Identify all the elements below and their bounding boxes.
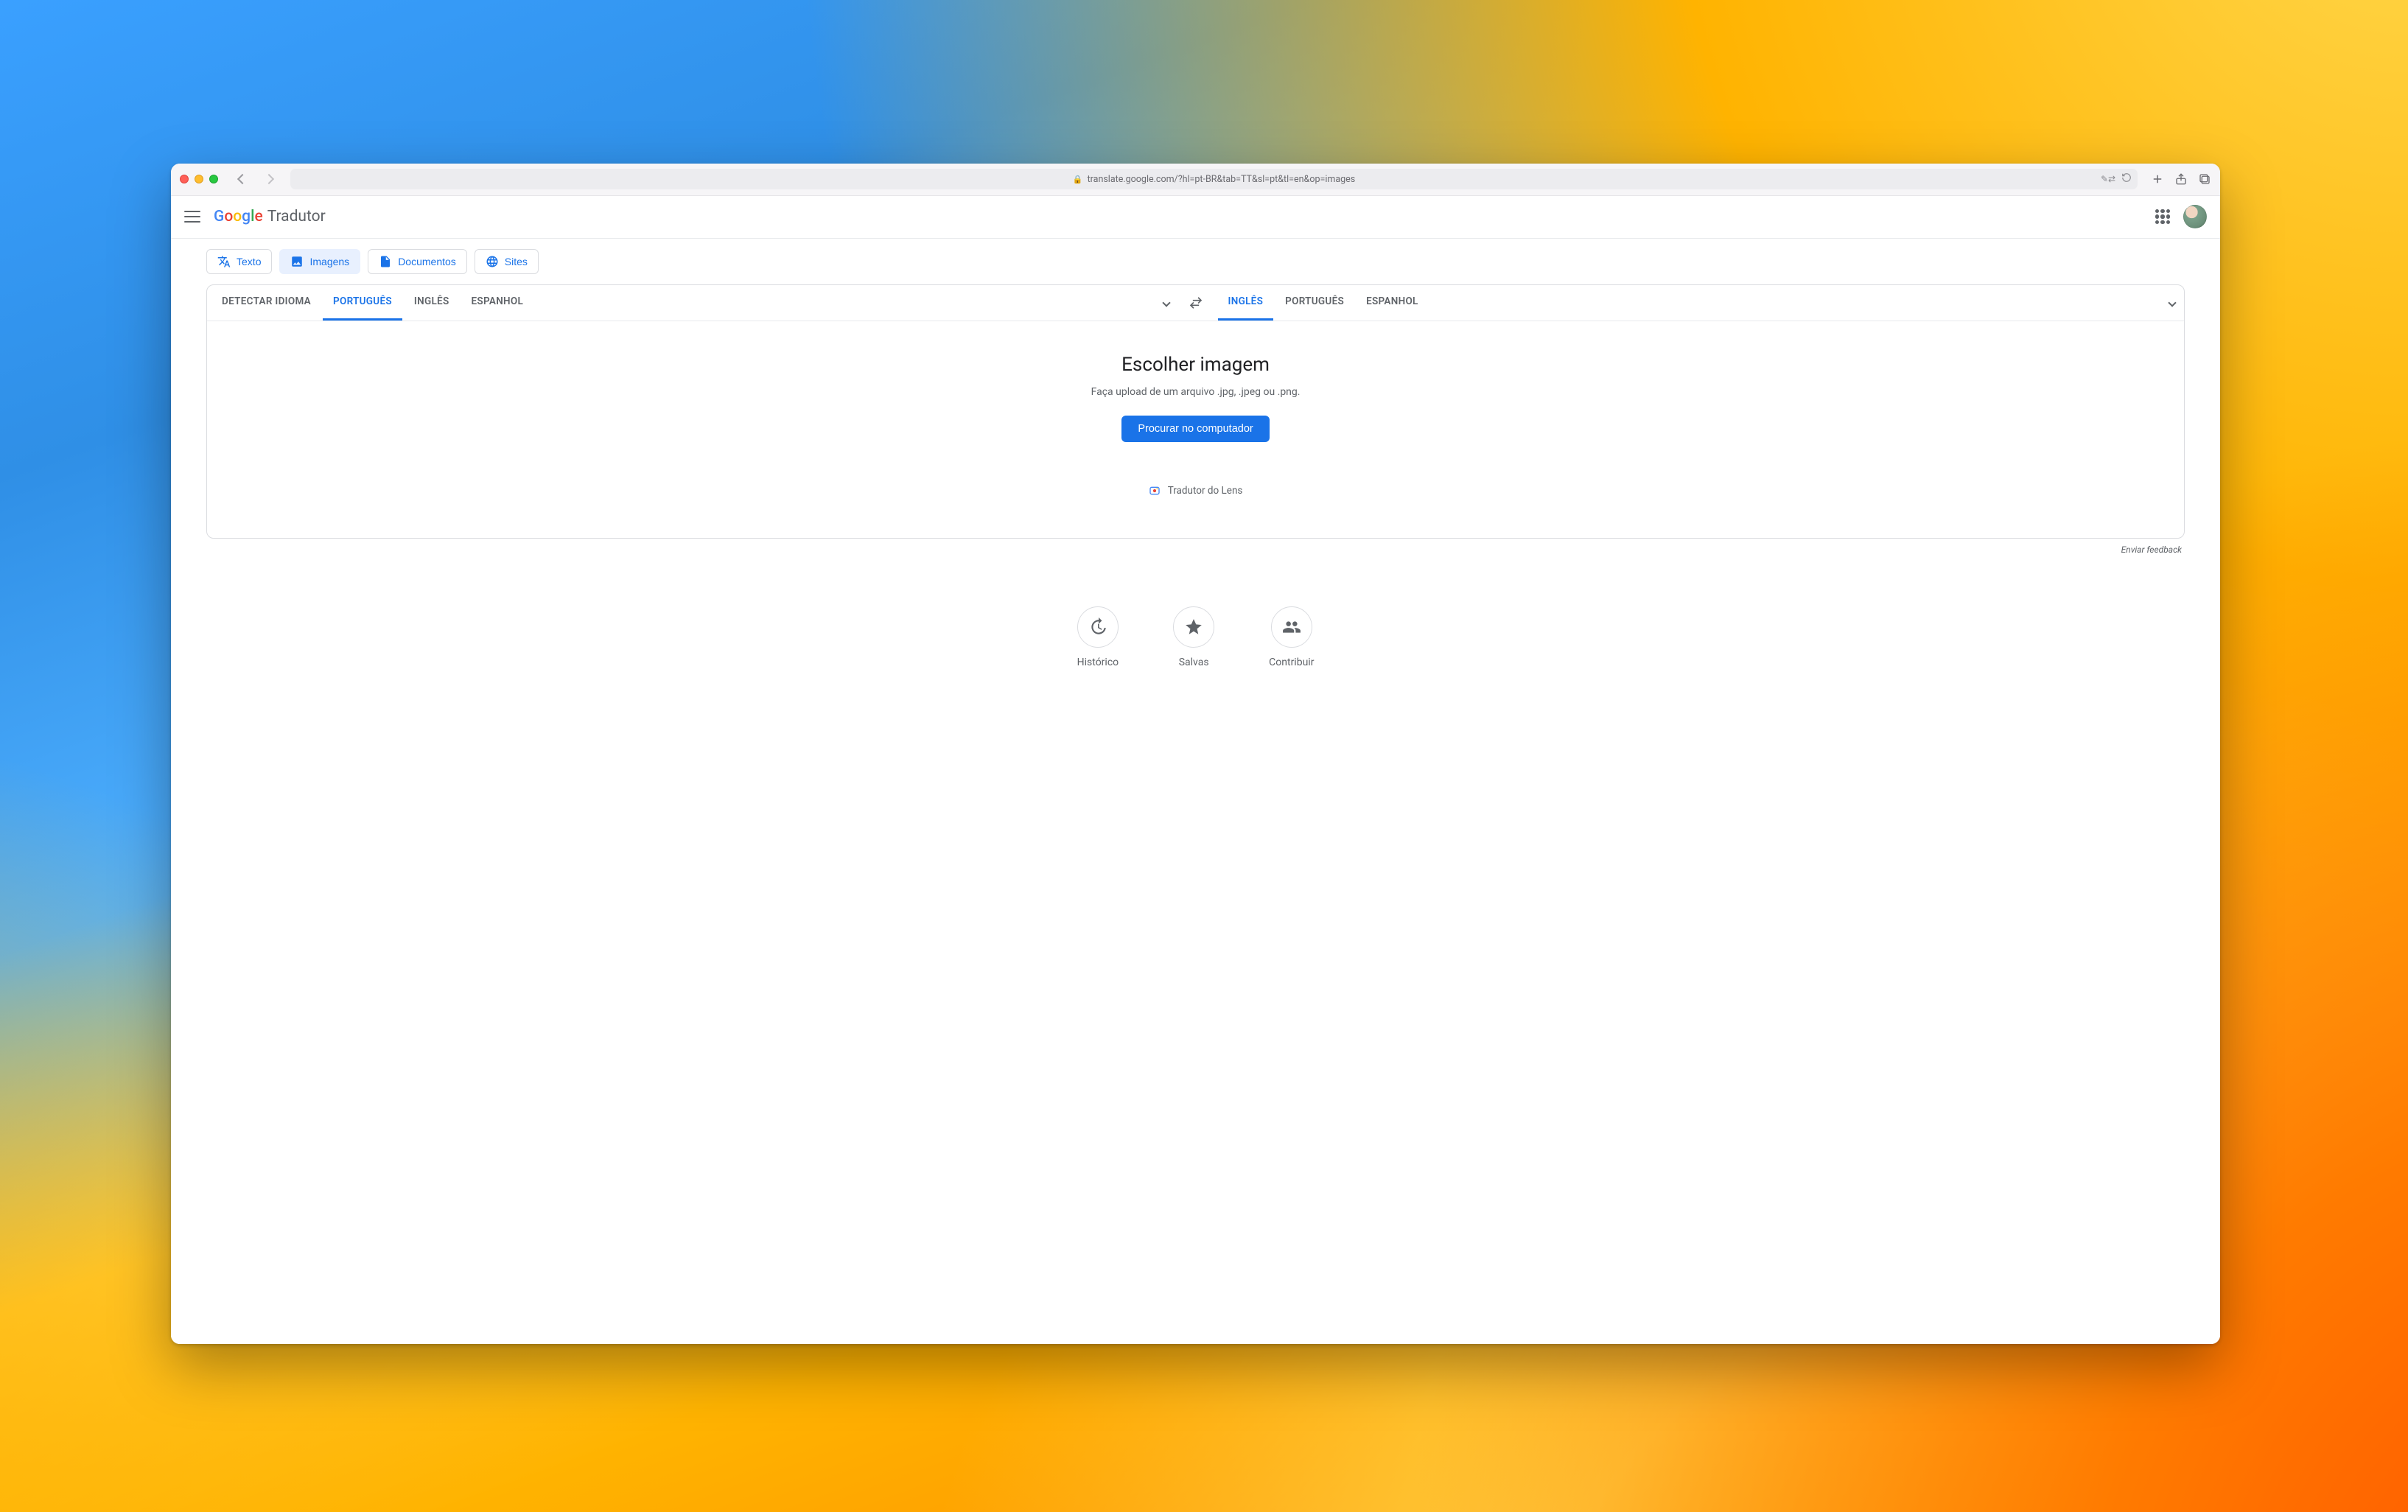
target-lang-side: INGLÊS PORTUGUÊS ESPANHOL bbox=[1214, 285, 2185, 321]
source-lang-detect[interactable]: DETECTAR IDIOMA bbox=[211, 285, 321, 321]
mode-sites[interactable]: Sites bbox=[475, 249, 539, 274]
target-lang-more[interactable] bbox=[2160, 300, 2184, 306]
chooser-title: Escolher imagem bbox=[1121, 354, 1270, 376]
contribute-label: Contribuir bbox=[1269, 657, 1314, 668]
mode-text[interactable]: Texto bbox=[206, 249, 272, 274]
translate-card: DETECTAR IDIOMA PORTUGUÊS INGLÊS ESPANHO… bbox=[206, 284, 2185, 539]
minimize-window-button[interactable] bbox=[195, 175, 203, 183]
globe-icon bbox=[486, 255, 499, 268]
mode-documents[interactable]: Documentos bbox=[368, 249, 467, 274]
source-lang-more[interactable] bbox=[1155, 300, 1178, 306]
account-avatar[interactable] bbox=[2183, 205, 2207, 228]
google-logo: Google bbox=[214, 208, 263, 225]
safari-window: 🔒 translate.google.com/?hl=pt-BR&tab=TT&… bbox=[171, 164, 2220, 1345]
history-icon bbox=[1088, 617, 1107, 637]
window-controls bbox=[180, 175, 218, 183]
language-row: DETECTAR IDIOMA PORTUGUÊS INGLÊS ESPANHO… bbox=[207, 285, 2184, 321]
mode-sites-label: Sites bbox=[505, 256, 528, 267]
mode-text-label: Texto bbox=[237, 256, 261, 267]
source-lang-2[interactable]: INGLÊS bbox=[404, 285, 460, 321]
swap-icon bbox=[1189, 295, 1203, 310]
google-apps-button[interactable] bbox=[2155, 209, 2170, 224]
swap-languages-button[interactable] bbox=[1178, 285, 1214, 321]
chevron-right-icon bbox=[264, 174, 274, 184]
translate-text-icon bbox=[217, 255, 231, 268]
tabs-overview-icon[interactable] bbox=[2198, 172, 2211, 186]
menu-button[interactable] bbox=[184, 211, 200, 223]
target-lang-1[interactable]: INGLÊS bbox=[1218, 285, 1274, 321]
content-area: Texto Imagens Documentos Sites bbox=[171, 239, 2220, 1345]
close-window-button[interactable] bbox=[180, 175, 189, 183]
addressbar-right-icons: ✎⇄ bbox=[2101, 172, 2132, 186]
history-label: Histórico bbox=[1077, 657, 1119, 668]
new-tab-button[interactable] bbox=[2151, 172, 2164, 186]
lens-label: Tradutor do Lens bbox=[1168, 485, 1243, 497]
product-name: Tradutor bbox=[267, 208, 326, 225]
forward-button[interactable] bbox=[262, 171, 276, 188]
history-button[interactable]: Histórico bbox=[1077, 606, 1119, 668]
nav-arrows bbox=[236, 171, 276, 188]
app-logo[interactable]: Google Tradutor bbox=[214, 208, 326, 225]
app-header: Google Tradutor bbox=[171, 196, 2220, 239]
source-lang-1[interactable]: PORTUGUÊS bbox=[323, 285, 402, 321]
chooser-subtitle: Faça upload de um arquivo .jpg, .jpeg ou… bbox=[1091, 386, 1301, 398]
source-lang-side: DETECTAR IDIOMA PORTUGUÊS INGLÊS ESPANHO… bbox=[207, 285, 1178, 321]
address-bar[interactable]: 🔒 translate.google.com/?hl=pt-BR&tab=TT&… bbox=[290, 169, 2138, 189]
mode-chips: Texto Imagens Documentos Sites bbox=[206, 249, 2185, 274]
contribute-button[interactable]: Contribuir bbox=[1269, 606, 1314, 668]
chevron-down-icon bbox=[2168, 298, 2176, 307]
people-icon bbox=[1282, 617, 1301, 637]
send-feedback-link[interactable]: Enviar feedback bbox=[206, 545, 2182, 555]
document-icon bbox=[379, 255, 392, 268]
maximize-window-button[interactable] bbox=[209, 175, 218, 183]
window-titlebar: 🔒 translate.google.com/?hl=pt-BR&tab=TT&… bbox=[171, 164, 2220, 196]
lens-info: Tradutor do Lens bbox=[1149, 485, 1243, 497]
saved-button[interactable]: Salvas bbox=[1173, 606, 1214, 668]
image-chooser: Escolher imagem Faça upload de um arquiv… bbox=[207, 321, 2184, 538]
source-lang-3[interactable]: ESPANHOL bbox=[461, 285, 534, 321]
bottom-actions: Histórico Salvas Contribuir bbox=[206, 606, 2185, 668]
share-icon[interactable] bbox=[2174, 172, 2188, 186]
reload-icon[interactable] bbox=[2121, 172, 2132, 186]
chevron-left-icon bbox=[237, 174, 248, 184]
image-icon bbox=[290, 255, 304, 268]
lens-icon bbox=[1149, 485, 1161, 497]
saved-label: Salvas bbox=[1179, 657, 1209, 668]
toolbar-right bbox=[2151, 172, 2211, 186]
address-url: translate.google.com/?hl=pt-BR&tab=TT&sl… bbox=[1088, 174, 1356, 185]
mode-documents-label: Documentos bbox=[398, 256, 456, 267]
back-button[interactable] bbox=[236, 171, 249, 188]
target-lang-2[interactable]: PORTUGUÊS bbox=[1275, 285, 1354, 321]
star-icon bbox=[1184, 617, 1203, 637]
target-lang-3[interactable]: ESPANHOL bbox=[1356, 285, 1429, 321]
chevron-down-icon bbox=[1162, 298, 1170, 307]
mode-images[interactable]: Imagens bbox=[279, 249, 360, 274]
browse-computer-button[interactable]: Procurar no computador bbox=[1121, 416, 1269, 442]
translate-extension-icon[interactable]: ✎⇄ bbox=[2101, 174, 2115, 184]
lock-icon: 🔒 bbox=[1073, 175, 1083, 184]
mode-images-label: Imagens bbox=[309, 256, 349, 267]
